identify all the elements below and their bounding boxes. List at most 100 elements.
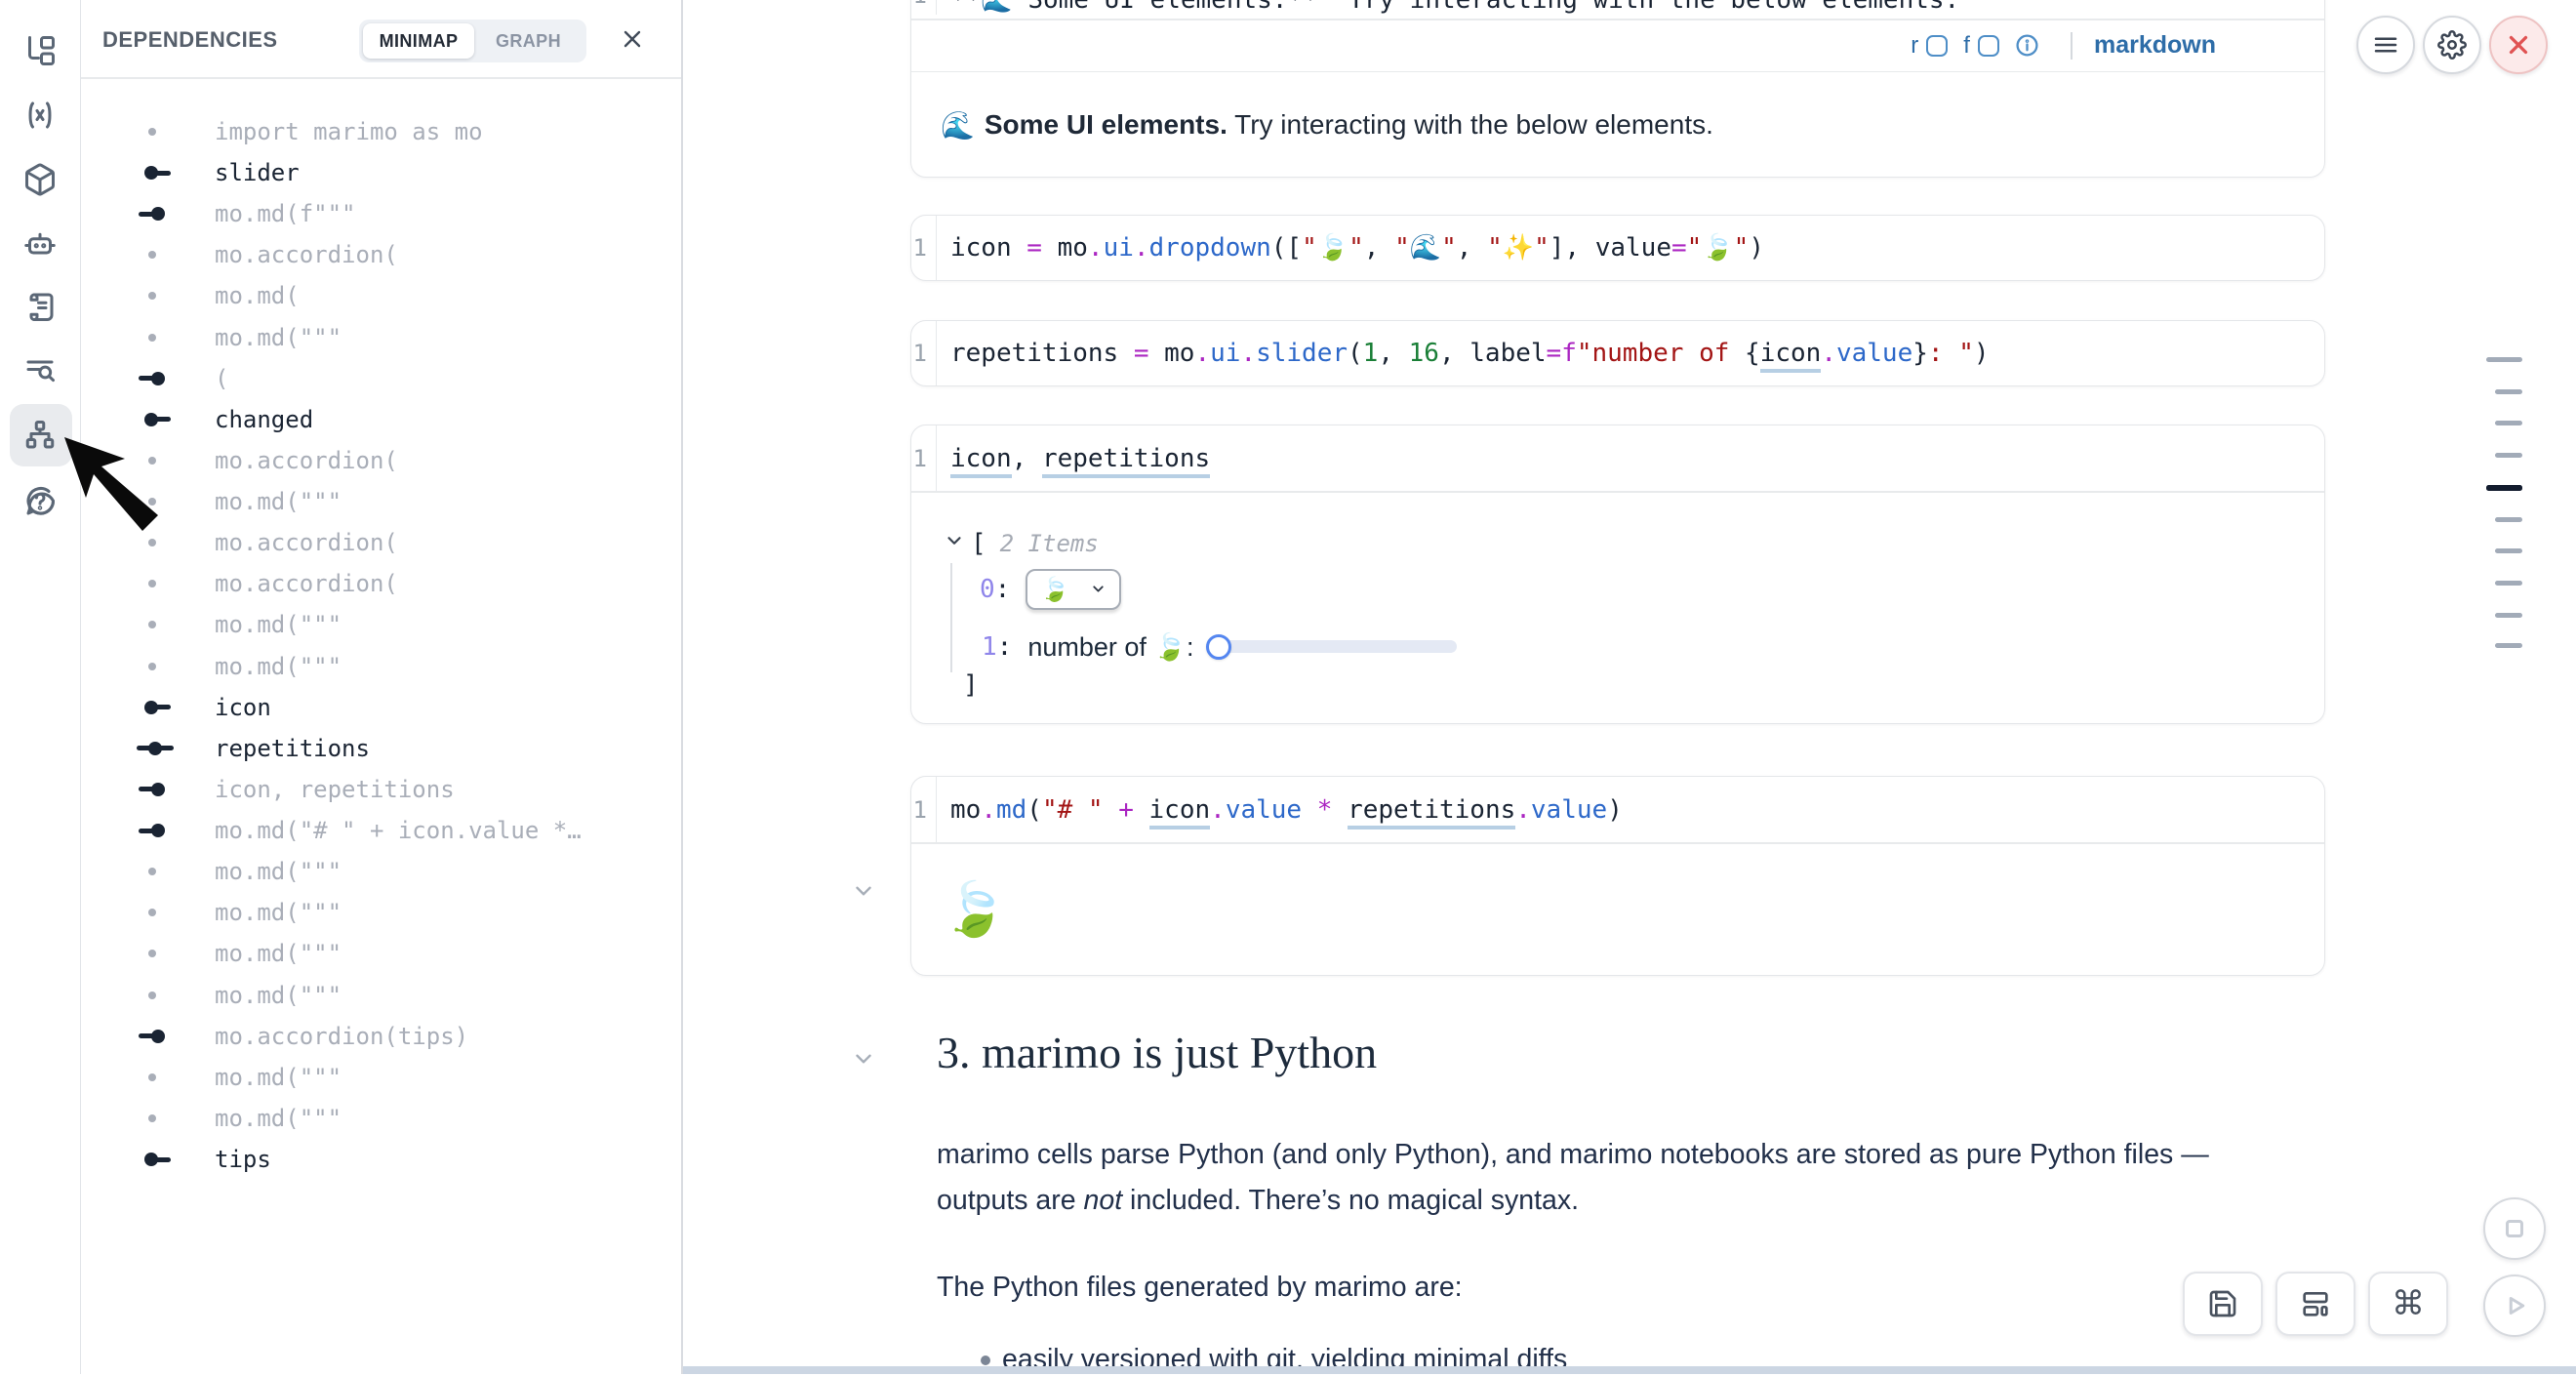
line-number: 1 <box>921 216 937 280</box>
cell-dot-icon <box>136 660 175 673</box>
minimap-item[interactable]: mo.md(""" <box>81 933 681 974</box>
close-panel-button[interactable] <box>621 27 644 51</box>
minimap-item[interactable]: mo.accordion( <box>81 563 681 604</box>
reactive-checkbox[interactable] <box>1926 35 1948 57</box>
dependency-graph-icon[interactable] <box>22 418 58 453</box>
fstring-checkbox[interactable] <box>1978 35 1999 57</box>
cell-dot-icon <box>136 989 175 1002</box>
cell-mark[interactable] <box>2495 517 2522 522</box>
line-number: 1 <box>921 0 937 15</box>
minimap-item-label: repetitions <box>215 735 370 762</box>
minimap-item-label: import marimo as mo <box>215 118 483 145</box>
list-item-0: 0: 🍃 <box>980 569 1121 610</box>
cell-dot-icon <box>136 618 175 631</box>
section-collapse-chevron-icon[interactable] <box>851 1046 876 1072</box>
reactive-toggle-label: r <box>1911 32 1918 60</box>
variables-icon[interactable] <box>22 98 58 133</box>
shutdown-button[interactable] <box>2489 16 2548 74</box>
cell-mark[interactable] <box>2495 548 2522 553</box>
tab-minimap[interactable]: MINIMAP <box>363 23 474 59</box>
cell-dropdown-def[interactable]: 1 icon = mo.ui.dropdown(["🍃", "🌊", "✨"],… <box>910 215 2325 281</box>
cell-mark[interactable] <box>2495 643 2522 648</box>
cell-md-expression[interactable]: 1 mo.md("# " + icon.value * repetitions.… <box>910 776 2325 976</box>
slider-knob[interactable] <box>1206 634 1231 660</box>
code-editor[interactable]: 1 **🌊 Some UI elements.** Try interactin… <box>911 0 2324 19</box>
fstring-toggle-label: f <box>1963 32 1970 60</box>
minimap-item[interactable]: mo.md(""" <box>81 892 681 933</box>
command-icon: ⌘ <box>2392 1287 2425 1320</box>
cell-dot-icon <box>136 248 175 262</box>
minimap-item-label: mo.md(""" <box>215 324 342 351</box>
minimap-item[interactable]: import marimo as mo <box>81 111 681 152</box>
minimap-item[interactable]: ( <box>81 358 681 399</box>
gear-icon <box>2437 30 2467 60</box>
minimap-item[interactable]: mo.md(""" <box>81 975 681 1016</box>
code-line: **🌊 Some UI elements.** Try interacting … <box>950 0 1959 15</box>
minimap-item[interactable]: mo.md( <box>81 275 681 316</box>
cell-mark[interactable] <box>2495 421 2522 425</box>
repetitions-slider[interactable] <box>1207 640 1457 653</box>
minimap-item[interactable]: mo.md("# " + icon.value *… <box>81 810 681 851</box>
cell-mark[interactable] <box>2495 453 2522 458</box>
minimap-item[interactable]: mo.md(""" <box>81 1057 681 1098</box>
menu-button[interactable] <box>2356 16 2415 74</box>
cell-expression[interactable]: 1 icon, repetitions [ 2 Items 0: 🍃 <box>910 425 2325 724</box>
icon-dropdown[interactable]: 🍃 <box>1026 569 1121 610</box>
minimap-item[interactable]: mo.md(""" <box>81 1098 681 1139</box>
stop-button[interactable] <box>2483 1197 2546 1260</box>
cell-dot-icon <box>136 906 175 919</box>
cell-mark[interactable] <box>2495 581 2522 586</box>
paragraph: The Python files generated by marimo are… <box>937 1265 2283 1311</box>
cell-markdown-intro[interactable]: 1 **🌊 Some UI elements.** Try interactin… <box>910 0 2325 178</box>
settings-button[interactable] <box>2423 16 2481 74</box>
minimap-item[interactable]: mo.accordion(tips) <box>81 1016 681 1057</box>
minimap-item[interactable]: mo.accordion( <box>81 234 681 275</box>
ai-assistant-icon[interactable] <box>22 226 58 262</box>
code-editor[interactable]: 1 mo.md("# " + icon.value * repetitions.… <box>911 777 2324 842</box>
collapse-chevron-icon[interactable] <box>944 529 965 558</box>
code-editor[interactable]: 1 icon, repetitions <box>911 425 2324 491</box>
slider-label: number of 🍃: <box>1027 631 1201 663</box>
output-collapse-chevron-icon[interactable] <box>851 878 876 904</box>
minimap-item[interactable]: tips <box>81 1139 681 1180</box>
minimap-item-label: mo.md(""" <box>215 611 342 638</box>
run-button[interactable] <box>2483 1275 2546 1337</box>
cell-dot-icon <box>136 1112 175 1125</box>
language-toggle[interactable]: markdown <box>2094 31 2216 60</box>
cell-mark[interactable] <box>2495 613 2522 618</box>
packages-icon[interactable] <box>22 162 58 197</box>
minimap-item[interactable]: icon, repetitions <box>81 769 681 810</box>
scratchpad-icon[interactable] <box>22 289 58 324</box>
cell-dot-icon <box>136 125 175 139</box>
variable-node-icon <box>136 1153 175 1166</box>
cell-slider-def[interactable]: 1 repetitions = mo.ui.slider(1, 16, labe… <box>910 320 2325 386</box>
scroll-edge-line <box>683 1366 2576 1374</box>
minimap-item[interactable]: mo.md(""" <box>81 317 681 358</box>
minimap-item-label: slider <box>215 159 300 186</box>
save-button[interactable] <box>2183 1272 2263 1336</box>
code-editor[interactable]: 1 repetitions = mo.ui.slider(1, 16, labe… <box>911 321 2324 385</box>
tab-graph[interactable]: GRAPH <box>474 23 583 59</box>
code-line: icon = mo.ui.dropdown(["🍃", "🌊", "✨"], v… <box>950 233 1764 263</box>
code-editor[interactable]: 1 icon = mo.ui.dropdown(["🍃", "🌊", "✨"],… <box>911 216 2324 280</box>
file-explorer-icon[interactable] <box>22 33 58 68</box>
minimap-item[interactable]: icon <box>81 687 681 728</box>
minimap-item[interactable]: mo.md(""" <box>81 851 681 892</box>
info-icon[interactable] <box>2015 33 2039 58</box>
cell-mark-active[interactable] <box>2486 485 2522 491</box>
minimap-item[interactable]: changed <box>81 399 681 440</box>
minimap-item[interactable]: mo.md(""" <box>81 646 681 687</box>
code-line: repetitions = mo.ui.slider(1, 16, label=… <box>950 339 1990 368</box>
heading-output: 🍃 <box>911 844 2324 977</box>
table-of-contents-icon[interactable] <box>22 353 58 388</box>
layout-button[interactable] <box>2275 1272 2355 1336</box>
cell-mark[interactable] <box>2495 389 2522 394</box>
minimap-item[interactable]: mo.md(f""" <box>81 193 681 234</box>
minimap-item[interactable]: mo.md(""" <box>81 604 681 645</box>
view-toggle: MINIMAP GRAPH <box>359 20 586 62</box>
cell-mark[interactable] <box>2486 357 2522 362</box>
help-icon[interactable] <box>22 484 58 519</box>
minimap-item[interactable]: slider <box>81 152 681 193</box>
keyboard-shortcuts-button[interactable]: ⌘ <box>2368 1272 2448 1336</box>
minimap-item[interactable]: repetitions <box>81 728 681 769</box>
